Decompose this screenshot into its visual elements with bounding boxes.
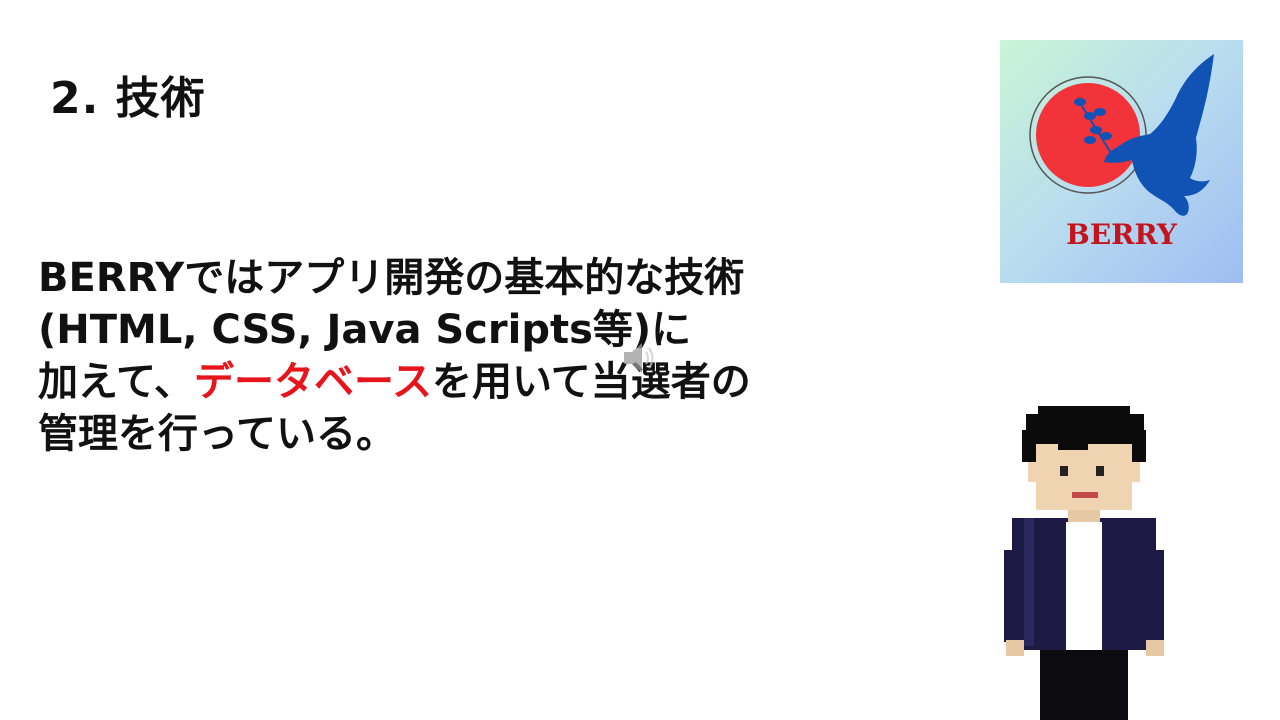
berry-logo: BERRY [1000, 40, 1243, 283]
highlight-database: データベース [194, 359, 432, 405]
body-line-3-end: を用いて当選者の [432, 359, 751, 405]
logo-sun [1036, 83, 1140, 187]
slide: 2. 技術 BERRYではアプリ開発の基本的な技術 (HTML, CSS, Ja… [0, 0, 1280, 720]
body-line-3: 加えて、データベースを用いて当選者の [38, 356, 938, 408]
speaker-icon[interactable] [620, 338, 660, 378]
body-line-4: 管理を行っている。 [38, 411, 396, 457]
pixel-avatar [1004, 406, 1164, 720]
slide-body: BERRYではアプリ開発の基本的な技術 (HTML, CSS, Java Scr… [38, 252, 938, 460]
logo-text: BERRY [1066, 218, 1177, 251]
slide-title: 2. 技術 [50, 73, 206, 124]
body-line-3-start: 加えて、 [38, 359, 194, 405]
body-line-1: BERRYではアプリ開発の基本的な技術 [38, 255, 745, 301]
body-line-2: (HTML, CSS, Java Scripts等)に [38, 307, 692, 353]
